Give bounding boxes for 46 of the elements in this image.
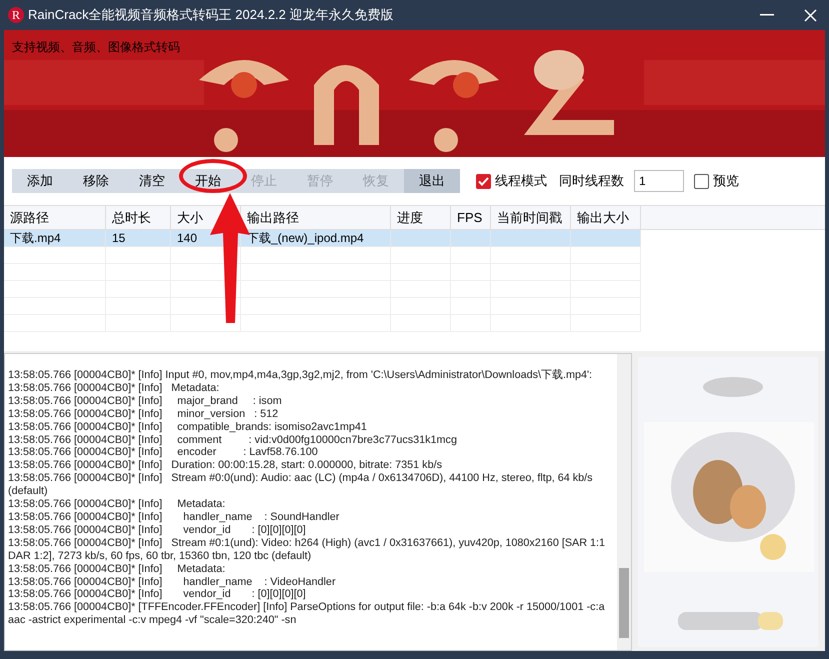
empty-table-cell (451, 247, 491, 264)
close-icon[interactable] (804, 8, 817, 22)
toolbar-button[interactable]: 退出 (404, 169, 460, 193)
log-line: 13:58:05.766 [00004CB0]* [Info] Stream #0:1(und): Video: h264 (High) (avc1 / 0x31637661), yuv420p, 1080x2160 [SAR 1:1 DAR 1:2], 7273 kb/s, 60 fps, 60 tbr, 15360 tbn, 120 tbc (default) (8, 536, 606, 563)
scrollbar[interactable] (617, 354, 631, 650)
log-line: 13:58:05.766 [00004CB0]* [Info] vendor_id : [0][0][0][0] (8, 588, 307, 602)
preview-label: 预览 (713, 172, 739, 190)
banner-caption: 支持视频、音频、图像格式转码 (12, 39, 180, 56)
column-header[interactable]: 当前时间戳 (497, 208, 562, 228)
log-line: 13:58:05.766 [00004CB0]* [Info] vendor_id : [0][0][0][0] (8, 524, 307, 537)
log-line: 13:58:05.766 [00004CB0]* [Info] Duration: 00:00:15.28, start: 0.000000, bitrate: 7351 kb/s (8, 459, 443, 472)
log-line: 13:58:05.766 [00004CB0]* [Info] handler_name : SoundHandler (8, 510, 340, 524)
thread-count-label: 同时线程数 (559, 172, 624, 190)
empty-table-cell (106, 247, 171, 264)
log-line: 13:58:05.766 [00004CB0]* [Info] Input #0, mov,mp4,m4a,3gp,3g2,mj2, from 'C:\Users\Administrator\Downloads\下载.mp4': (8, 369, 594, 382)
log-line: 13:58:05.766 [00004CB0]* [TFFEncoder.FFEncoder] [Info] ParseOptions for output file: -b:a 64k -b:v 200k -r 15000/1001 -c:a aac -astrict experimental -c:v mpeg4 -vf "scale=320:240" -sn (8, 601, 606, 628)
column-header[interactable]: 源路径 (10, 208, 49, 228)
column-header[interactable]: FPS (457, 208, 482, 228)
log-line: 13:58:05.766 [00004CB0]* [Info] handler_name : VideoHandler (8, 576, 337, 588)
thread-count-field[interactable]: 1 (634, 170, 684, 192)
table-cell: 下载.mp4 (4, 230, 106, 247)
empty-table-cell (391, 247, 451, 264)
preview-checkbox[interactable] (694, 174, 709, 188)
log-line: 13:58:05.766 [00004CB0]* [Info] Stream #0:0(und): Audio: aac (LC) (mp4a / 0x6134706D), 44100 Hz, stereo, fltp, 64 kb/s (default) (8, 472, 594, 498)
column-header[interactable]: 进度 (397, 208, 423, 228)
app-logo: R (8, 7, 24, 23)
log-line: 13:58:05.766 [00004CB0]* [Info] encoder : Lavf58.76.100 (8, 446, 319, 460)
log-line: 13:58:05.766 [00004CB0]* [Info] minor_version : 512 (8, 408, 280, 421)
log-line: 13:58:05.766 [00004CB0]* [Info] comment : vid:v0d00fg10000cn7bre3c77ucs31k1mcg (8, 434, 458, 446)
ring-annotation (179, 159, 247, 193)
column-header[interactable]: 总时长 (112, 208, 151, 228)
minimize-icon[interactable] (760, 14, 774, 16)
log-line: 13:58:05.766 [00004CB0]* [Info] major_brand : isom (8, 394, 283, 408)
table-cell: 15 (106, 230, 171, 247)
thread-mode-label: 线程模式 (495, 172, 547, 190)
empty-table-cell (571, 247, 641, 264)
log-line: 13:58:05.766 [00004CB0]* [Info] Metadata: (8, 562, 226, 576)
log-line: 13:58:05.766 [00004CB0]* [Info] Metadata: (8, 382, 220, 395)
column-header[interactable]: 大小 (177, 208, 203, 228)
window-title: RainCrack全能视频音频格式转码王 2024.2.2 迎龙年永久免费版 (28, 6, 394, 24)
log-line: 13:58:05.766 [00004CB0]* [Info] Metadata: (8, 498, 226, 511)
column-header[interactable]: 输出路径 (247, 208, 299, 228)
column-header[interactable]: 输出大小 (577, 208, 629, 228)
table-cell: 下载_(new)_ipod.mp4 (241, 230, 391, 247)
log-line: 13:58:05.766 [00004CB0]* [Info] compatible_brands: isomiso2avc1mp41 (8, 420, 368, 434)
thread-mode-checkbox[interactable] (476, 174, 491, 188)
